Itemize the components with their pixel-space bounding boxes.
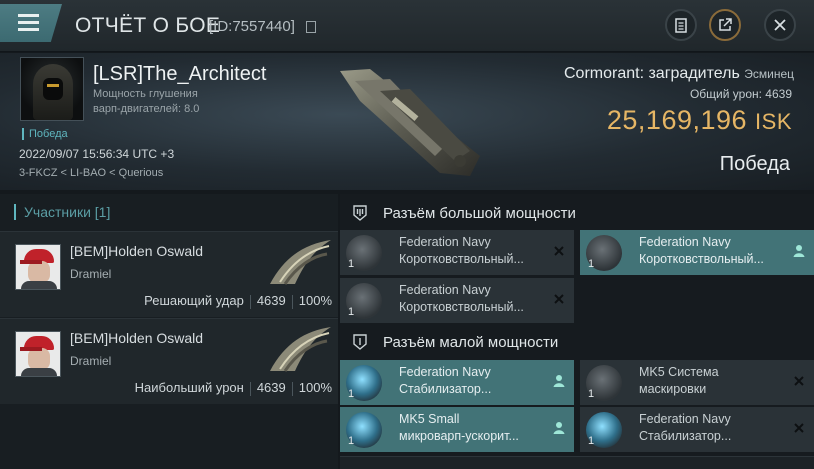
- header: ОТЧЁТ О БОЕ [ID:7557440]: [0, 0, 814, 52]
- module-item[interactable]: 1 Federation Navy Стабилизатор...: [340, 360, 574, 405]
- participant-ship: Dramiel: [70, 267, 112, 281]
- participants-header[interactable]: Участники [1]: [14, 204, 110, 220]
- clipboard-button[interactable]: [665, 9, 697, 41]
- next-slot-header-partial: [340, 456, 814, 469]
- report-id: [ID:7557440]: [209, 18, 295, 35]
- participant-row[interactable]: [BEM]Holden Oswald Dramiel Решающий удар…: [0, 231, 338, 317]
- share-icon: [719, 18, 732, 31]
- kill-result: Победа: [719, 153, 790, 175]
- close-button[interactable]: [764, 9, 796, 41]
- participant-name[interactable]: [BEM]Holden Oswald: [70, 243, 203, 259]
- participant-ship-image[interactable]: [265, 236, 335, 286]
- participant-row[interactable]: [BEM]Holden Oswald Dramiel Наибольший ур…: [0, 318, 338, 404]
- participant-percent: 100%: [298, 380, 332, 395]
- ship-class: Эсминец: [744, 67, 794, 81]
- high-slot-header: Разъём большой мощности: [340, 197, 814, 229]
- top-damage-label: Наибольший урон: [134, 380, 244, 395]
- victim-name[interactable]: [LSR]The_Architect: [93, 63, 266, 86]
- killmail-summary: [LSR]The_Architect Мощность глушения вар…: [0, 53, 814, 190]
- participant-damage: 4639: [256, 380, 286, 395]
- total-damage: Общий урон: 4639: [689, 87, 792, 101]
- scram-strength-label: Мощность глушения: [93, 88, 198, 100]
- dropped-icon: [553, 375, 565, 387]
- victory-tag: Победа: [22, 128, 68, 140]
- victim-ship-image[interactable]: [330, 61, 490, 181]
- close-icon: [774, 19, 786, 31]
- victim-ship-name[interactable]: Cormorant: заградитель Эсминец: [564, 65, 794, 83]
- menu-icon: [18, 14, 39, 17]
- module-item[interactable]: 1 Federation Navy Коротковствольный...: [580, 230, 814, 275]
- kill-datetime: 2022/09/07 15:56:34 UTC +3: [19, 147, 175, 161]
- high-slot-icon: [353, 205, 367, 221]
- destroyed-icon: [794, 423, 804, 433]
- participant-damage: 4639: [256, 293, 286, 308]
- dropped-icon: [553, 422, 565, 434]
- participant-ship-image[interactable]: [265, 323, 335, 373]
- destroyed-icon: [794, 376, 804, 386]
- module-item[interactable]: 1 Federation Navy Коротковствольный...: [340, 230, 574, 275]
- destroyed-icon: [554, 294, 564, 304]
- module-item[interactable]: 1 MK5 Small микроварп-ускорит...: [340, 407, 574, 452]
- copy-icon[interactable]: [306, 21, 316, 33]
- participants-panel: Участники [1] [BEM]Holden Oswald Dramiel…: [0, 194, 338, 469]
- final-blow-label: Решающий удар: [144, 293, 244, 308]
- fitting-panel: Разъём большой мощности 1 Federation Nav…: [340, 194, 814, 469]
- isk-value: 25,169,196 ISK: [606, 105, 792, 135]
- victim-portrait[interactable]: [20, 57, 84, 121]
- menu-button[interactable]: [0, 4, 62, 42]
- participant-stats: Наибольший урон 4639 100%: [135, 380, 332, 396]
- clipboard-icon: [675, 18, 687, 33]
- module-item[interactable]: 1 Federation Navy Стабилизатор...: [580, 407, 814, 452]
- participant-name[interactable]: [BEM]Holden Oswald: [70, 330, 203, 346]
- participant-percent: 100%: [298, 293, 332, 308]
- module-item[interactable]: 1 MK5 Система маскировки: [580, 360, 814, 405]
- dropped-icon: [793, 245, 805, 257]
- scram-strength-value: варп-двигателей: 8.0: [93, 103, 200, 115]
- participant-avatar[interactable]: [15, 244, 61, 290]
- low-slot-header: Разъём малой мощности: [340, 326, 814, 358]
- destroyed-icon: [554, 246, 564, 256]
- participant-stats: Решающий удар 4639 100%: [144, 293, 332, 309]
- low-slot-icon: [353, 334, 367, 350]
- module-item[interactable]: 1 Federation Navy Коротковствольный...: [340, 278, 574, 323]
- page-title: ОТЧЁТ О БОЕ: [75, 14, 221, 37]
- share-button[interactable]: [709, 9, 741, 41]
- participant-avatar[interactable]: [15, 331, 61, 377]
- participant-ship: Dramiel: [70, 354, 112, 368]
- kill-location[interactable]: 3-FKCZ < LI-BAO < Querious: [19, 167, 163, 179]
